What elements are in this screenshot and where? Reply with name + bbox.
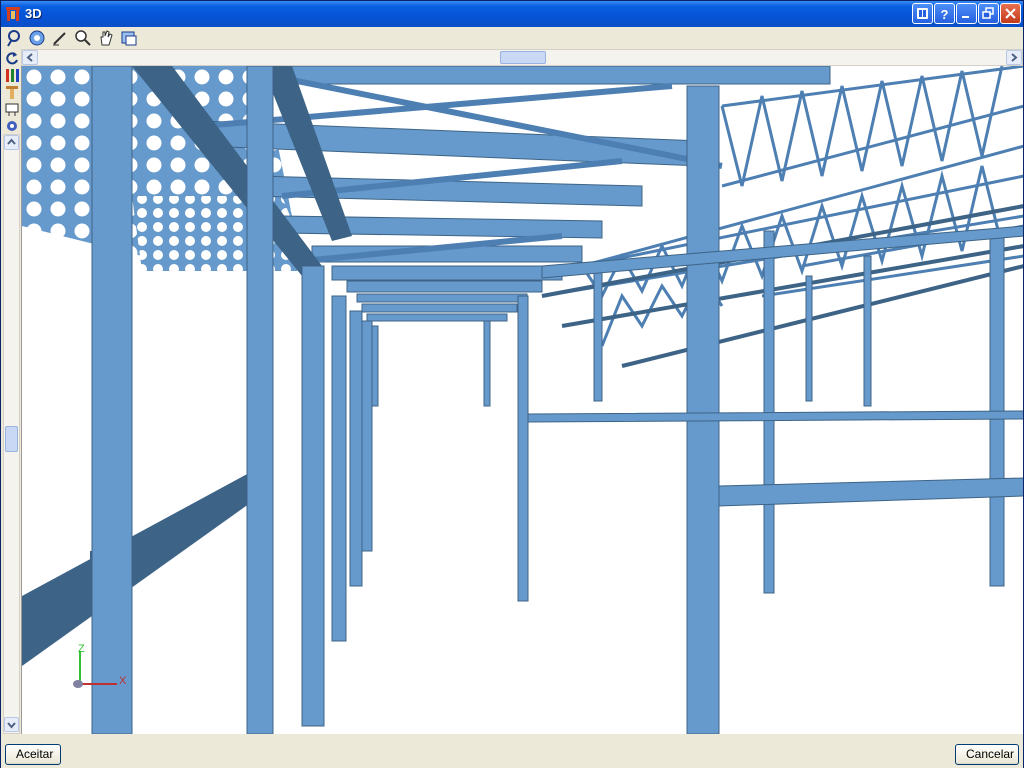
lower-left-beam [22,466,267,666]
pan-hand-icon[interactable] [97,29,115,47]
chevron-up-icon [7,138,16,145]
refresh-icon[interactable] [4,50,20,66]
axis-z-label: Z [78,643,85,655]
rotate-view-icon[interactable] [5,29,23,47]
app-icon [6,7,20,21]
scroll-up-button[interactable] [4,135,19,150]
svg-text:?: ? [941,7,949,21]
title-bar: 3D ? [1,1,1023,27]
zoom-icon[interactable] [74,29,92,47]
3d-viewport[interactable]: Z X [21,66,1023,734]
scroll-right-button[interactable] [1006,50,1022,65]
window-view-icon[interactable] [120,29,138,47]
bottom-bar: Aceitar Cancelar [1,735,1023,768]
restore-button[interactable] [978,3,999,24]
truss-chords [541,204,1023,368]
close-button[interactable] [1000,3,1021,24]
section-icon[interactable] [4,101,20,117]
axis-x-label: X [119,675,127,687]
minimize-button[interactable] [956,3,977,24]
horizontal-scroll-thumb[interactable] [500,51,546,64]
window-title: 3D [25,6,42,21]
chevron-right-icon [1011,53,1018,62]
help-icon[interactable]: ? [934,3,955,24]
roof-truss [541,66,1023,347]
horizontal-scrollbar[interactable] [21,49,1023,66]
chevron-left-icon [26,53,33,62]
scroll-left-button[interactable] [22,50,38,65]
pen-edit-icon[interactable] [51,29,69,47]
beam-icon[interactable] [4,84,20,100]
chevron-down-icon [7,722,16,729]
structure-3d-view: Z X [22,66,1023,734]
toolbar [1,27,1023,49]
accept-button[interactable]: Aceitar [5,744,61,765]
orbit-icon[interactable] [28,29,46,47]
window: 3D ? Z X Aceitar Cancelar [0,0,1024,768]
vertical-scrollbar[interactable] [3,134,20,734]
columns-icon[interactable] [4,67,20,83]
cancel-button[interactable]: Cancelar [955,744,1019,765]
vertical-scroll-thumb[interactable] [5,426,18,452]
scroll-down-button[interactable] [4,717,19,732]
settings-icon[interactable] [4,118,20,134]
book-icon[interactable] [912,3,933,24]
